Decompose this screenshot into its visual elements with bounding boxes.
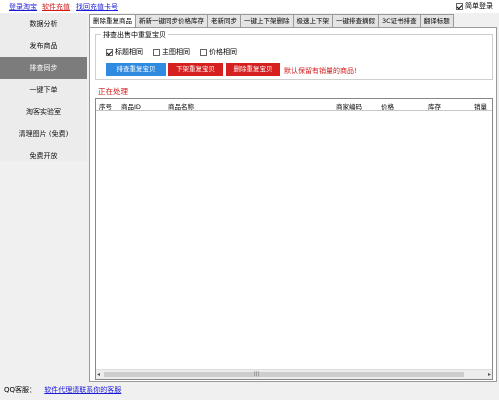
quick-login-label: 简单登录 <box>465 2 493 10</box>
option-same-title[interactable]: 标题相同 <box>106 47 143 57</box>
sidebar-item-sync-check[interactable]: 排查同步 <box>0 57 87 79</box>
option-same-price[interactable]: 价格相同 <box>200 47 237 57</box>
col-merchant-code[interactable]: 商家编码 <box>336 101 362 111</box>
col-index[interactable]: 序号 <box>99 101 112 111</box>
checkbox-same-image[interactable] <box>153 48 160 56</box>
tab-list-unlist-delete[interactable]: 一键上下架删除 <box>240 14 294 27</box>
scroll-left-icon[interactable]: ◂ <box>97 370 100 379</box>
col-item-id[interactable]: 商品ID <box>121 101 141 111</box>
tab-sync-price-stock[interactable]: 新新一键同步价格库存 <box>135 14 208 27</box>
col-price[interactable]: 价格 <box>381 101 394 111</box>
sidebar-item-clean-images[interactable]: 清理图片 (免费) <box>0 123 87 145</box>
option-label: 主图相同 <box>162 48 190 56</box>
tab-fast-list[interactable]: 极速上下架 <box>292 14 333 27</box>
quick-login-toggle[interactable]: 简单登录 <box>456 1 493 11</box>
processing-status: 正在处理 <box>98 87 128 96</box>
tab-fake-check[interactable]: 一键排查摘假 <box>332 14 379 27</box>
sidebar-item-publish[interactable]: 发布商品 <box>0 35 87 57</box>
delete-duplicates-button[interactable]: 删除重复宝贝 <box>226 63 280 76</box>
quick-login-checkbox[interactable] <box>456 2 463 10</box>
sidebar: 数据分析 发布商品 排查同步 一键下单 淘客实验室 清理图片 (免费) 免费开放 <box>0 13 87 161</box>
option-label: 价格相同 <box>209 48 237 56</box>
check-duplicates-button[interactable]: 排查重复宝贝 <box>106 63 166 76</box>
scroll-thumb[interactable]: ||| <box>104 371 464 377</box>
checkbox-same-title[interactable] <box>106 48 113 56</box>
tab-panel: 排查出售中重复宝贝 标题相同 主图相同 价格相同 排查重复宝贝 下架重复宝贝 删… <box>89 27 497 382</box>
link-recharge[interactable]: 软件充值 <box>42 2 70 12</box>
table-header: 序号 商品ID 商品名称 商家编码 价格 库存 销量 <box>96 99 492 111</box>
tab-3c-cert[interactable]: 3C证书排查 <box>378 14 421 27</box>
tab-old-sync[interactable]: 老新同步 <box>207 14 241 27</box>
checkbox-same-price[interactable] <box>200 48 207 56</box>
sidebar-item-one-click-order[interactable]: 一键下单 <box>0 79 87 101</box>
col-stock[interactable]: 库存 <box>428 101 441 111</box>
qq-support-label: QQ客服： <box>4 386 37 394</box>
horizontal-scrollbar[interactable]: ◂ ||| ▸ <box>96 369 492 379</box>
option-same-image[interactable]: 主图相同 <box>153 47 190 57</box>
link-recover-card[interactable]: 找回充值卡号 <box>76 2 118 12</box>
option-label: 标题相同 <box>115 48 143 56</box>
group-title: 排查出售中重复宝贝 <box>101 30 168 40</box>
scroll-right-icon[interactable]: ▸ <box>488 370 491 379</box>
keep-sold-hint: 默认保留有销量的商品! <box>284 67 357 75</box>
agent-contact-link[interactable]: 软件代理请联系你的客服 <box>44 386 121 394</box>
sidebar-item-data-analysis[interactable]: 数据分析 <box>0 13 87 35</box>
tab-delete-duplicates[interactable]: 删除重复商品 <box>89 14 136 28</box>
footer: QQ客服： 软件代理请联系你的客服 <box>4 385 121 395</box>
match-options: 标题相同 主图相同 价格相同 <box>106 47 237 57</box>
sidebar-item-taoke-lab[interactable]: 淘客实验室 <box>0 101 87 123</box>
tab-strip: 删除重复商品 新新一键同步价格库存 老新同步 一键上下架删除 极速上下架 一键排… <box>89 14 454 28</box>
tab-translate-title[interactable]: 翻译标题 <box>419 14 454 27</box>
col-sales[interactable]: 销量 <box>474 101 487 111</box>
dedupe-groupbox: 排查出售中重复宝贝 标题相同 主图相同 价格相同 排查重复宝贝 下架重复宝贝 删… <box>95 30 493 80</box>
unlist-duplicates-button[interactable]: 下架重复宝贝 <box>168 63 223 76</box>
top-link-bar: 登录淘宝 软件充值 找回充值卡号 简单登录 <box>0 0 499 13</box>
col-item-name[interactable]: 商品名称 <box>168 101 194 111</box>
sidebar-item-free-open[interactable]: 免费开放 <box>0 145 87 167</box>
results-table[interactable]: 序号 商品ID 商品名称 商家编码 价格 库存 销量 ◂ ||| ▸ <box>95 98 493 380</box>
grip-icon: ||| <box>254 371 260 377</box>
link-login-taobao[interactable]: 登录淘宝 <box>9 2 37 12</box>
